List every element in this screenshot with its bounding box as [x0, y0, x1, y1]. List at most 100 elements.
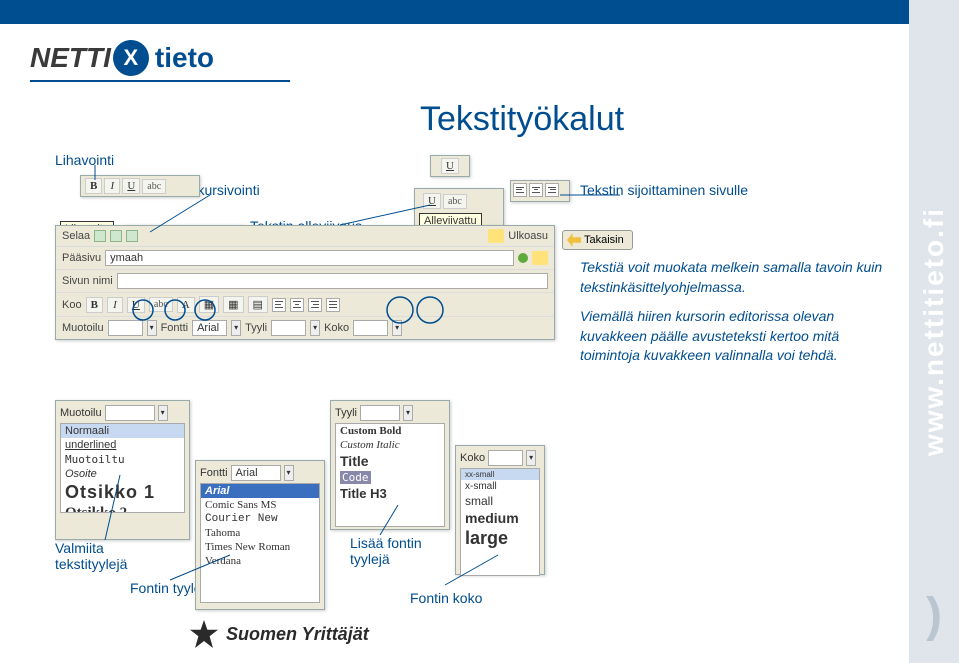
- abc-button[interactable]: abc: [142, 179, 166, 194]
- paren-decoration: ): [926, 588, 942, 643]
- brand-x: X: [113, 40, 149, 76]
- koko-opt-xsmall[interactable]: x-small: [461, 480, 539, 493]
- muotoilu-listbox[interactable]: Normaali underlined Muotoiltu Osoite Ots…: [60, 423, 185, 513]
- editor-tool-4[interactable]: ▤: [248, 296, 268, 313]
- fontti-dropdown: FonttiArial▾ Arial Comic Sans MS Courier…: [195, 460, 325, 610]
- koko-dd-field[interactable]: [488, 450, 523, 466]
- arrow-left-icon[interactable]: [94, 230, 106, 242]
- muotoilu-opt-otsikko1[interactable]: Otsikko 1: [61, 481, 184, 504]
- align-right-icon[interactable]: [545, 183, 559, 197]
- koko-opt-medium[interactable]: medium: [461, 509, 539, 527]
- label-lisaa-fontin-tyyleja: Lisää fontin tyylejä: [350, 535, 440, 567]
- fontti-opt-arial[interactable]: Arial: [201, 484, 319, 498]
- tyyli-header2: Tyyli: [335, 407, 357, 419]
- align-center-icon[interactable]: [529, 183, 543, 197]
- editor-tool-3[interactable]: ▦: [223, 296, 243, 313]
- muotoilu-header: Muotoilu: [60, 407, 102, 419]
- body-text: Tekstiä voit muokata melkein samalla tav…: [580, 258, 890, 376]
- muotoilu-label: Muotoilu: [62, 322, 104, 334]
- editor-align-center-icon[interactable]: [290, 298, 304, 312]
- underline-button-callout-2[interactable]: U: [423, 193, 441, 209]
- editor-panel: Selaa Ulkoasu Pääsivu ymaah Sivun nimi K…: [55, 225, 555, 340]
- sy-logo-text: Suomen Yrittäjät: [226, 624, 369, 645]
- tyyli-label: Tyyli: [245, 322, 267, 334]
- tyyli-dd2[interactable]: ▾: [403, 405, 413, 421]
- label-lihavointi: Lihavointi: [55, 152, 114, 168]
- muotoilu-opt-otsikko2[interactable]: Otsikko 2: [61, 504, 184, 513]
- body-p1: Tekstiä voit muokata melkein samalla tav…: [580, 258, 890, 297]
- arrow-down-icon[interactable]: [126, 230, 138, 242]
- paasivu-field[interactable]: ymaah: [105, 250, 514, 266]
- tyyli-field[interactable]: [271, 320, 306, 336]
- tyyli-opt-titleh3[interactable]: Title H3: [336, 485, 444, 502]
- fontti-field[interactable]: Arial: [192, 320, 227, 336]
- muotoilu-opt-osoite[interactable]: Osoite: [61, 467, 184, 481]
- koko-opt-xxsmall[interactable]: xx-small: [461, 469, 539, 480]
- fontti-dd[interactable]: ▾: [231, 320, 241, 336]
- ulkoasu-label[interactable]: Ulkoasu: [508, 230, 548, 242]
- label-valmiita-tyyleja: Valmiita tekstityylejä: [55, 540, 165, 572]
- tyyli-opt-code[interactable]: Code: [336, 470, 444, 485]
- koko-opt-small[interactable]: small: [461, 493, 539, 509]
- koko-header2: Koko: [460, 452, 485, 464]
- fontti-opt-times[interactable]: Times New Roman: [201, 540, 319, 554]
- status-dot-icon[interactable]: [518, 253, 528, 263]
- koko-opt-large[interactable]: large: [461, 527, 539, 550]
- editor-align-right-icon[interactable]: [308, 298, 322, 312]
- muotoilu-dd2[interactable]: ▾: [158, 405, 168, 421]
- fontti-opt-comic[interactable]: Comic Sans MS: [201, 498, 319, 512]
- ulkoasu-icon[interactable]: [488, 229, 504, 243]
- tyyli-dd-field[interactable]: [360, 405, 400, 421]
- underline-button-callout[interactable]: U: [441, 158, 459, 174]
- muotoilu-dropdown: Muotoilu ▾ Normaali underlined Muotoiltu …: [55, 400, 190, 540]
- editor-align-left-icon[interactable]: [272, 298, 286, 312]
- fontti-opt-courier[interactable]: Courier New: [201, 512, 319, 526]
- tyyli-dropdown: Tyyli ▾ Custom Bold Custom Italic Title C…: [330, 400, 450, 530]
- editor-abc-button[interactable]: abc: [149, 297, 173, 312]
- tyyli-listbox[interactable]: Custom Bold Custom Italic Title Code Tit…: [335, 423, 445, 527]
- editor-bold-button[interactable]: B: [86, 297, 103, 313]
- fontti-opt-verdana[interactable]: Verdana: [201, 554, 319, 568]
- page-title: Tekstityökalut: [420, 100, 624, 139]
- fontti-dd-field[interactable]: Arial: [231, 465, 281, 481]
- editor-tool-2[interactable]: ▦: [199, 296, 219, 313]
- muotoilu-opt-underlined[interactable]: underlined: [61, 438, 184, 452]
- muotoilu-opt-muotoiltu[interactable]: Muotoiltu: [61, 452, 184, 467]
- back-arrow-icon: [567, 233, 581, 247]
- tyyli-opt-title[interactable]: Title: [336, 452, 444, 470]
- underline-button[interactable]: U: [122, 178, 140, 194]
- muotoilu-dd[interactable]: ▾: [147, 320, 157, 336]
- tyyli-opt-custom-bold[interactable]: Custom Bold: [336, 424, 444, 438]
- sivun-nimi-field[interactable]: [117, 273, 548, 289]
- align-left-icon[interactable]: [513, 183, 527, 197]
- body-p2: Viemällä hiiren kursorin editorissa olev…: [580, 307, 890, 366]
- muotoilu-dd-field[interactable]: [105, 405, 155, 421]
- fontti-dd2[interactable]: ▾: [284, 465, 294, 481]
- fontti-opt-tahoma[interactable]: Tahoma: [201, 526, 319, 540]
- star-icon: [190, 620, 218, 648]
- koko-dd2[interactable]: ▾: [526, 450, 536, 466]
- paasivu-label: Pääsivu: [62, 252, 101, 264]
- muotoilu-field[interactable]: [108, 320, 143, 336]
- underline-callout-1: U: [430, 155, 470, 177]
- brand-tieto: tieto: [155, 42, 214, 74]
- takaisin-button[interactable]: Takaisin: [562, 230, 633, 250]
- bold-button[interactable]: B: [85, 178, 102, 194]
- koo-label: Koo: [62, 299, 82, 311]
- fontti-listbox[interactable]: Arial Comic Sans MS Courier New Tahoma T…: [200, 483, 320, 603]
- tyyli-opt-custom-italic[interactable]: Custom Italic: [336, 438, 444, 452]
- editor-italic-button[interactable]: I: [107, 297, 123, 313]
- koko-listbox[interactable]: xx-small x-small small medium large: [460, 468, 540, 576]
- muotoilu-opt-normaali[interactable]: Normaali: [61, 424, 184, 438]
- editor-underline-button[interactable]: U: [127, 297, 145, 313]
- koko-field[interactable]: [353, 320, 388, 336]
- help-icon[interactable]: [532, 251, 548, 265]
- abc-button-callout[interactable]: abc: [443, 194, 467, 209]
- editor-align-justify-icon[interactable]: [326, 298, 340, 312]
- koko-dd[interactable]: ▾: [392, 320, 402, 336]
- editor-tool-1[interactable]: A: [177, 297, 195, 313]
- tyyli-dd[interactable]: ▾: [310, 320, 320, 336]
- brand-logo: NETTI X tieto: [30, 40, 214, 76]
- arrow-up-icon[interactable]: [110, 230, 122, 242]
- italic-button[interactable]: I: [104, 178, 120, 194]
